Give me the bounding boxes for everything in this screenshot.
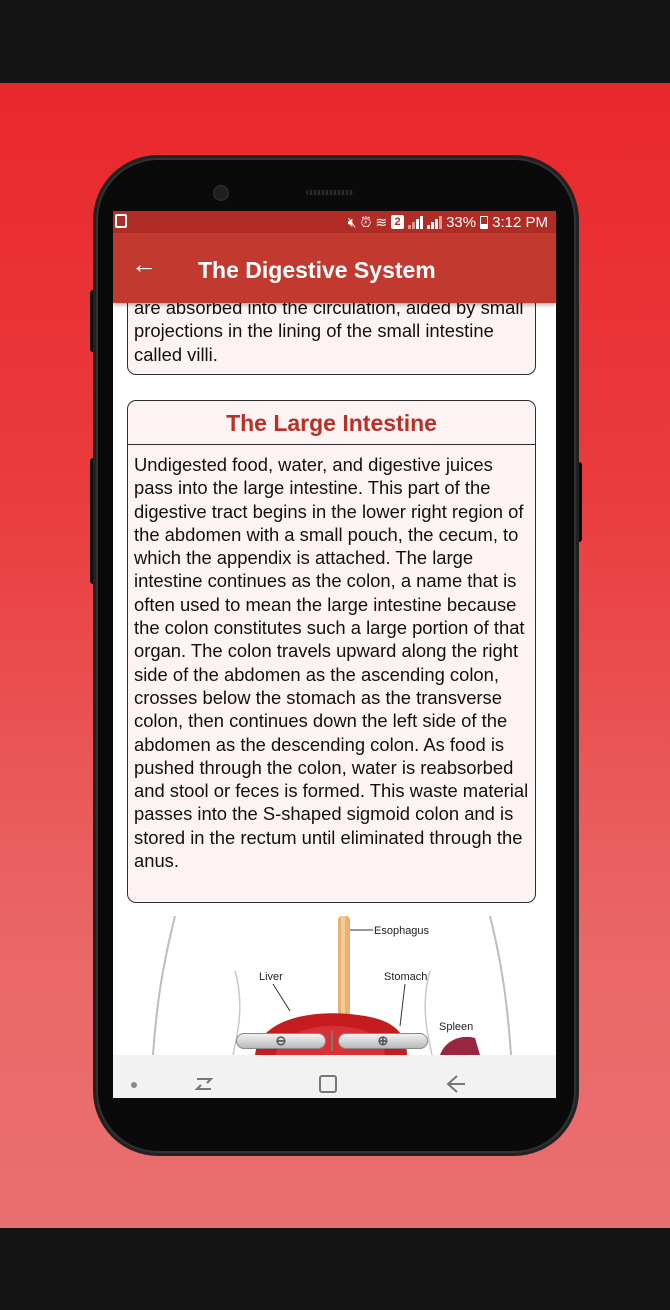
- power-button: [576, 462, 582, 542]
- scroll-content[interactable]: are absorbed into the circulation, aided…: [113, 303, 556, 1055]
- system-nav-bar: [113, 1055, 556, 1098]
- nav-dot-icon: [131, 1082, 137, 1088]
- page-title: The Digestive System: [198, 257, 436, 283]
- zoom-divider: [331, 1031, 333, 1051]
- alarm-icon: ⏰︎: [360, 214, 372, 230]
- zoom-controls: ⊖ ⊕: [236, 1031, 428, 1051]
- phone-screen: 🔇︎ ⏰︎ ≋ 2 33% 3:12 PM ← The Digestive Sy…: [113, 211, 556, 1098]
- home-icon[interactable]: [319, 1075, 337, 1093]
- earpiece-speaker: [306, 190, 354, 195]
- spleen-label: Spleen: [439, 1021, 473, 1033]
- battery-percent: 33%: [446, 213, 477, 231]
- sim-badge: 2: [391, 215, 405, 229]
- front-camera: [213, 185, 229, 201]
- app-toolbar: ← The Digestive System: [113, 233, 556, 303]
- small-intestine-text: are absorbed into the circulation, aided…: [134, 303, 524, 365]
- zoom-in-icon: ⊕: [377, 1033, 389, 1048]
- zoom-in-button[interactable]: ⊕: [338, 1033, 428, 1049]
- zoom-out-button[interactable]: ⊖: [236, 1033, 326, 1049]
- zoom-out-icon: ⊖: [275, 1033, 287, 1048]
- back-arrow-icon[interactable]: ←: [129, 249, 159, 279]
- battery-icon: [480, 215, 489, 229]
- screenshot-notification-icon: [115, 214, 127, 228]
- signal-icon: [408, 215, 424, 229]
- status-icons: 🔇︎ ⏰︎ ≋ 2 33% 3:12 PM: [348, 212, 548, 232]
- signal-icon-2: [427, 215, 443, 229]
- large-intestine-card: The Large Intestine Undigested food, wat…: [127, 400, 536, 903]
- stomach-label: Stomach: [384, 971, 427, 983]
- mute-icon: 🔇︎: [347, 214, 357, 230]
- wifi-icon: ≋: [375, 214, 388, 230]
- large-intestine-text: Undigested food, water, and digestive ju…: [134, 454, 529, 872]
- clock: 3:12 PM: [492, 213, 548, 231]
- back-nav-icon[interactable]: [443, 1073, 467, 1095]
- recents-icon[interactable]: [193, 1075, 215, 1093]
- small-intestine-card: are absorbed into the circulation, aided…: [127, 303, 536, 375]
- esophagus-label: Esophagus: [374, 925, 430, 937]
- status-bar: 🔇︎ ⏰︎ ≋ 2 33% 3:12 PM: [113, 211, 556, 233]
- large-intestine-title: The Large Intestine: [128, 401, 535, 445]
- liver-label: Liver: [259, 971, 283, 983]
